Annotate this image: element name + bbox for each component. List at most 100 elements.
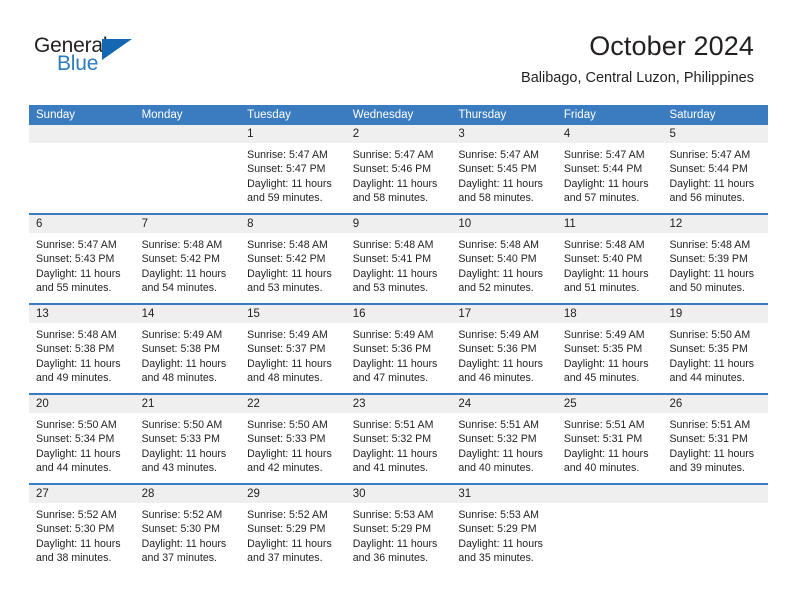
day-cell[interactable]: 23 Sunrise: 5:51 AM Sunset: 5:32 PM Dayligh… [346,395,452,483]
day-details: Sunrise: 5:49 AM Sunset: 5:36 PM Daylight:… [458,328,551,386]
day-cell[interactable]: 28 Sunrise: 5:52 AM Sunset: 5:30 PM Dayligh… [135,485,241,573]
day-cell[interactable]: 21 Sunrise: 5:50 AM Sunset: 5:33 PM Dayligh… [135,395,241,483]
day-details: Sunrise: 5:53 AM Sunset: 5:29 PM Daylight:… [353,508,446,566]
day-details: Sunrise: 5:52 AM Sunset: 5:30 PM Daylight:… [36,508,129,566]
day-cell[interactable]: 20 Sunrise: 5:50 AM Sunset: 5:34 PM Dayligh… [29,395,135,483]
sunset-text: Sunset: 5:43 PM [36,253,115,266]
day-details: Sunrise: 5:49 AM Sunset: 5:35 PM Daylight:… [564,328,657,386]
daylight-text-line1: Daylight: 11 hours [36,537,121,550]
daylight-text-line1: Daylight: 11 hours [36,447,121,460]
daylight-text-line1: Daylight: 11 hours [352,177,438,190]
daylight-text-line1: Daylight: 11 hours [36,267,121,280]
sunrise-text: Sunrise: 5:48 AM [669,239,751,251]
daylight-text-line2: and 41 minutes. [352,462,429,475]
generalblue-logo[interactable]: General Blue [34,34,154,80]
calendar-week-row: 20 Sunrise: 5:50 AM Sunset: 5:34 PM Dayligh… [29,393,768,483]
daylight-text-line1: Daylight: 11 hours [247,357,332,370]
day-cell[interactable]: 6 Sunrise: 5:47 AM Sunset: 5:43 PM Daylight… [29,215,135,303]
weekday-header-saturday: Saturday [669,109,716,121]
page-header: General Blue October 2024 Balibago, Cent… [0,0,792,86]
sunrise-text: Sunrise: 5:51 AM [669,419,751,431]
day-cell[interactable]: 12 Sunrise: 5:48 AM Sunset: 5:39 PM Dayligh… [662,215,768,303]
daylight-text-line1: Daylight: 11 hours [352,447,438,460]
sunrise-text: Sunrise: 5:47 AM [563,149,645,161]
sunrise-text: Sunrise: 5:49 AM [247,329,328,341]
day-cell[interactable]: 1 Sunrise: 5:47 AM Sunset: 5:47 PM Daylight… [240,125,346,213]
sunset-text: Sunset: 5:33 PM [141,433,220,446]
day-cell[interactable]: 14 Sunrise: 5:49 AM Sunset: 5:38 PM Dayligh… [135,305,241,393]
day-number: 8 [247,218,254,230]
daylight-text-line1: Daylight: 11 hours [247,447,332,460]
sunset-text: Sunset: 5:30 PM [36,523,115,536]
day-cell[interactable]: 22 Sunrise: 5:50 AM Sunset: 5:33 PM Dayligh… [240,395,346,483]
sunrise-text: Sunrise: 5:53 AM [352,509,434,521]
sunset-text: Sunset: 5:42 PM [141,253,220,266]
sunrise-text: Sunrise: 5:51 AM [458,419,539,431]
day-cell[interactable]: 4 Sunrise: 5:47 AM Sunset: 5:44 PM Daylight… [557,125,663,213]
sunset-text: Sunset: 5:30 PM [141,523,220,536]
sunrise-text: Sunrise: 5:48 AM [458,239,539,251]
day-details: Sunrise: 5:48 AM Sunset: 5:38 PM Daylight:… [36,328,129,386]
day-cell[interactable]: 31 Sunrise: 5:53 AM Sunset: 5:29 PM Dayligh… [451,485,557,573]
sunrise-text: Sunrise: 5:48 AM [247,239,328,251]
daylight-text-line1: Daylight: 11 hours [458,537,543,550]
sunrise-text: Sunrise: 5:47 AM [36,239,117,251]
day-cell[interactable]: 13 Sunrise: 5:48 AM Sunset: 5:38 PM Dayligh… [29,305,135,393]
daylight-text-line1: Daylight: 11 hours [563,267,649,280]
day-cell[interactable]: 9 Sunrise: 5:48 AM Sunset: 5:41 PM Daylight… [346,215,452,303]
day-cell[interactable]: 18 Sunrise: 5:49 AM Sunset: 5:35 PM Dayligh… [557,305,663,393]
daylight-text-line2: and 48 minutes. [141,372,217,385]
day-cell[interactable]: 29 Sunrise: 5:52 AM Sunset: 5:29 PM Dayligh… [240,485,346,573]
daylight-text-line2: and 57 minutes. [563,192,640,205]
daylight-text-line2: and 54 minutes. [141,282,217,295]
day-number: 21 [141,398,155,410]
daylight-text-line2: and 46 minutes. [458,372,534,385]
day-cell[interactable]: 26 Sunrise: 5:51 AM Sunset: 5:31 PM Dayligh… [662,395,768,483]
sunset-text: Sunset: 5:29 PM [352,523,432,536]
sunrise-text: Sunrise: 5:48 AM [141,239,223,251]
day-number: 18 [563,308,577,320]
daylight-text-line2: and 56 minutes. [669,192,745,205]
day-cell[interactable]: 16 Sunrise: 5:49 AM Sunset: 5:36 PM Dayligh… [346,305,452,393]
day-cell[interactable]: 3 Sunrise: 5:47 AM Sunset: 5:45 PM Daylight… [451,125,557,213]
daylight-text-line2: and 40 minutes. [458,462,534,475]
daylight-text-line1: Daylight: 11 hours [669,357,755,370]
day-cell[interactable]: 8 Sunrise: 5:48 AM Sunset: 5:42 PM Daylight… [240,215,346,303]
day-details: Sunrise: 5:51 AM Sunset: 5:31 PM Daylight:… [669,418,762,476]
daylight-text-line1: Daylight: 11 hours [458,357,543,370]
day-cell[interactable]: 10 Sunrise: 5:48 AM Sunset: 5:40 PM Dayligh… [451,215,557,303]
day-details: Sunrise: 5:51 AM Sunset: 5:32 PM Daylight:… [458,418,551,476]
day-details: Sunrise: 5:50 AM Sunset: 5:34 PM Daylight:… [36,418,129,476]
sunrise-text: Sunrise: 5:50 AM [247,419,328,431]
daylight-text-line1: Daylight: 11 hours [141,267,227,280]
sunset-text: Sunset: 5:35 PM [563,343,643,356]
daylight-text-line1: Daylight: 11 hours [141,447,227,460]
day-cell[interactable]: 11 Sunrise: 5:48 AM Sunset: 5:40 PM Dayligh… [557,215,663,303]
daylight-text-line1: Daylight: 11 hours [458,177,543,190]
day-number: 24 [458,398,472,410]
day-number: 11 [563,218,576,230]
page-title: October 2024 [589,31,754,61]
sunrise-text: Sunrise: 5:53 AM [458,509,539,521]
day-cell[interactable]: 2 Sunrise: 5:47 AM Sunset: 5:46 PM Daylight… [346,125,452,213]
week-cells: 1 Sunrise: 5:47 AM Sunset: 5:47 PM Daylight… [29,125,768,213]
day-cell[interactable]: 30 Sunrise: 5:53 AM Sunset: 5:29 PM Dayligh… [346,485,452,573]
daylight-text-line2: and 48 minutes. [247,372,323,385]
sunset-text: Sunset: 5:38 PM [141,343,220,356]
weekday-header-thursday: Thursday [458,109,507,121]
sunrise-text: Sunrise: 5:52 AM [141,509,223,521]
sunrise-text: Sunrise: 5:47 AM [352,149,434,161]
daylight-text-line2: and 44 minutes. [669,372,745,385]
location-subtitle: Balibago, Central Luzon, Philippines [521,70,754,86]
day-cell[interactable]: 17 Sunrise: 5:49 AM Sunset: 5:36 PM Dayligh… [451,305,557,393]
day-cell[interactable]: 7 Sunrise: 5:48 AM Sunset: 5:42 PM Daylight… [135,215,241,303]
calendar-week-row: 13 Sunrise: 5:48 AM Sunset: 5:38 PM Dayligh… [29,303,768,393]
sunset-text: Sunset: 5:37 PM [247,343,326,356]
day-cell[interactable]: 5 Sunrise: 5:47 AM Sunset: 5:44 PM Daylight… [662,125,768,213]
day-cell[interactable]: 15 Sunrise: 5:49 AM Sunset: 5:37 PM Dayligh… [240,305,346,393]
day-cell[interactable]: 24 Sunrise: 5:51 AM Sunset: 5:32 PM Dayligh… [451,395,557,483]
day-cell[interactable]: 27 Sunrise: 5:52 AM Sunset: 5:30 PM Dayligh… [29,485,135,573]
day-cell[interactable]: 25 Sunrise: 5:51 AM Sunset: 5:31 PM Dayligh… [557,395,663,483]
day-cell[interactable]: 19 Sunrise: 5:50 AM Sunset: 5:35 PM Dayligh… [662,305,768,393]
weekday-header-friday: Friday [563,109,596,121]
